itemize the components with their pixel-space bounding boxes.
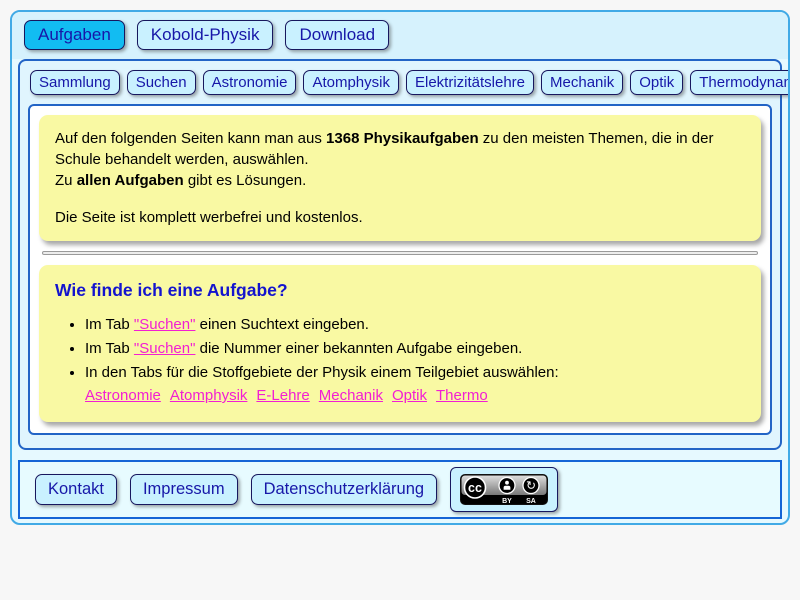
intro-paragraph-3: Die Seite ist komplett werbefrei und kos… [55, 207, 745, 228]
main-tabbar: Aufgaben Kobold-Physik Download [12, 12, 788, 59]
topic-tabbar: Sammlung Suchen Astronomie Atomphysik El… [20, 61, 780, 104]
tab-mechanik[interactable]: Mechanik [541, 70, 623, 95]
intro-paragraph-1: Auf den folgenden Seiten kann man aus 13… [55, 128, 745, 170]
howto-item-1-pre: Im Tab [85, 316, 134, 333]
howto-item-1-post: einen Suchtext eingeben. [195, 316, 368, 333]
howto-item-3-text: In den Tabs für die Stoffgebiete der Phy… [85, 364, 559, 381]
tab-sammlung[interactable]: Sammlung [30, 70, 120, 95]
howto-item-2: Im Tab "Suchen" die Nummer einer bekannt… [85, 338, 745, 360]
tab-suchen[interactable]: Suchen [127, 70, 196, 95]
by-circle-icon [499, 478, 515, 494]
tab-optik[interactable]: Optik [630, 70, 683, 95]
by-person-head-icon [505, 481, 509, 485]
intro-p2-bold: allen Aufgaben [77, 172, 184, 189]
link-thermo[interactable]: Thermo [436, 387, 488, 404]
by-person-body-icon [504, 486, 511, 490]
footer-bar: Kontakt Impressum Datenschutzerklärung c… [18, 460, 782, 519]
cc-glyph: cc [468, 481, 482, 495]
impressum-button[interactable]: Impressum [130, 474, 238, 505]
howto-item-1: Im Tab "Suchen" einen Suchtext eingeben. [85, 314, 745, 336]
panel-divider [42, 251, 758, 255]
link-e-lehre[interactable]: E-Lehre [256, 387, 309, 404]
suchen-link-2[interactable]: "Suchen" [134, 340, 196, 357]
intro-p2-pre: Zu [55, 172, 77, 189]
cc-license-badge[interactable]: cc ↻ BY SA [450, 467, 558, 512]
intro-paragraph-2: Zu allen Aufgaben gibt es Lösungen. [55, 170, 745, 191]
tab-aufgaben[interactable]: Aufgaben [24, 20, 125, 50]
howto-panel: Wie finde ich eine Aufgabe? Im Tab "Such… [39, 265, 761, 422]
sa-arrow-icon: ↻ [526, 479, 536, 493]
howto-heading: Wie finde ich eine Aufgabe? [55, 280, 745, 301]
link-mechanik[interactable]: Mechanik [319, 387, 383, 404]
cc-by-sa-icon: cc ↻ BY SA [460, 474, 548, 505]
page-container: Aufgaben Kobold-Physik Download Sammlung… [10, 10, 790, 525]
howto-list: Im Tab "Suchen" einen Suchtext eingeben.… [55, 314, 745, 407]
kontakt-button[interactable]: Kontakt [35, 474, 117, 505]
howto-item-2-pre: Im Tab [85, 340, 134, 357]
link-atomphysik[interactable]: Atomphysik [170, 387, 248, 404]
intro-p2-post: gibt es Lösungen. [184, 172, 307, 189]
sa-label: SA [526, 498, 536, 505]
howto-item-2-post: die Nummer einer bekannten Aufgabe einge… [195, 340, 522, 357]
link-optik[interactable]: Optik [392, 387, 427, 404]
tab-astronomie[interactable]: Astronomie [203, 70, 297, 95]
tab-atomphysik[interactable]: Atomphysik [303, 70, 399, 95]
howto-item-3: In den Tabs für die Stoffgebiete der Phy… [85, 362, 745, 407]
tab-thermodynamik[interactable]: Thermodynamik [690, 70, 790, 95]
aufgaben-count: 1368 Physikaufgaben [326, 130, 479, 147]
tab-download[interactable]: Download [285, 20, 389, 50]
intro-panel: Auf den folgenden Seiten kann man aus 13… [39, 115, 761, 241]
datenschutz-button[interactable]: Datenschutzerklärung [251, 474, 438, 505]
suchen-link-1[interactable]: "Suchen" [134, 316, 196, 333]
sammlung-panel: Auf den folgenden Seiten kann man aus 13… [28, 104, 772, 435]
intro-p1-pre: Auf den folgenden Seiten kann man aus [55, 130, 326, 147]
by-label: BY [502, 498, 512, 505]
topic-link-row: Astronomie Atomphysik E-Lehre Mechanik Optik… [85, 385, 745, 407]
link-astronomie[interactable]: Astronomie [85, 387, 161, 404]
aufgaben-panel: Sammlung Suchen Astronomie Atomphysik El… [18, 59, 782, 450]
tab-kobold-physik[interactable]: Kobold-Physik [137, 20, 274, 50]
tab-elektrizitaetslehre[interactable]: Elektrizitätslehre [406, 70, 534, 95]
